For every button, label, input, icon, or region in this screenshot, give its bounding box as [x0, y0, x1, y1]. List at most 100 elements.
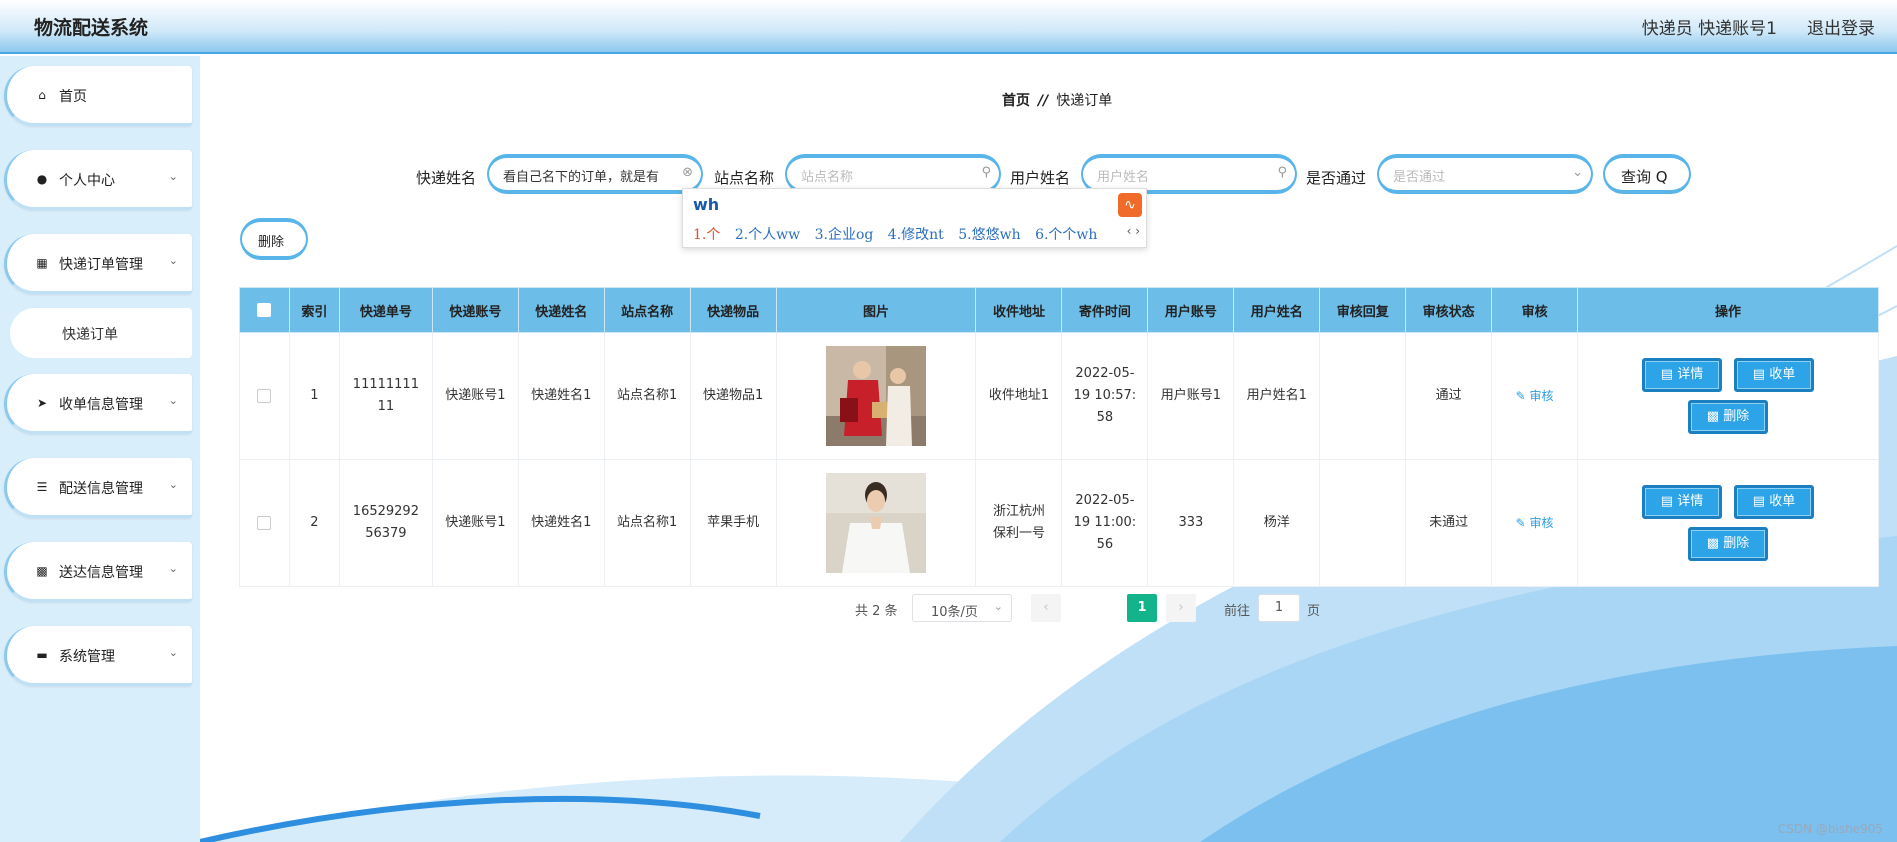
time-cell: 2022-05-19 10:57:58 — [1061, 332, 1149, 460]
ime-candidate[interactable]: 5.悠悠wh — [958, 227, 1020, 243]
receive-button[interactable]: ▤ 收单 — [1734, 485, 1815, 519]
column-header: 审核状态 — [1405, 287, 1493, 333]
sidebar-item-label: 快递订单管理 — [59, 257, 143, 273]
logout-link[interactable]: 退出登录 — [1807, 14, 1875, 39]
column-header: 收件地址 — [975, 287, 1063, 333]
sidebar-item-label: 收单信息管理 — [59, 397, 143, 413]
table-row: 2 1652929256379 快递账号1 快递姓名1 站点名称1 苹果手机 浙… — [239, 459, 1879, 587]
row-checkbox[interactable] — [257, 515, 272, 530]
receive-button-label: 收单 — [1769, 367, 1796, 382]
chevron-down-icon: ⌄ — [168, 170, 178, 183]
row-select-cell[interactable] — [239, 332, 290, 460]
index-cell: 1 — [288, 332, 340, 460]
action-row: ▤ 详情 ▤ 收单 — [1578, 481, 1878, 523]
ime-logo-icon: ∿ — [1118, 193, 1142, 217]
main-content: 首页 // 快递订单 快递姓名 看自己名下的订单，就是有 ⊗ 站点名称 站点名称 ⚲… — [200, 56, 1897, 842]
actions-cell: ▤ 详情 ▤ 收单 ▩ 删除 — [1577, 459, 1879, 587]
receive-button[interactable]: ▤ 收单 — [1734, 358, 1815, 392]
page-size-value: 10条/页 — [931, 605, 978, 620]
audit-link[interactable]: ✎ 审核 — [1516, 389, 1554, 403]
actions-cell: ▤ 详情 ▤ 收单 ▩ 删除 — [1577, 332, 1879, 460]
detail-button[interactable]: ▤ 详情 — [1642, 485, 1723, 519]
station-cell: 站点名称1 — [603, 459, 691, 587]
select-all-header[interactable] — [239, 287, 290, 333]
top-bar: 物流配送系统 快递员 快递账号1 退出登录 — [0, 0, 1897, 54]
page-size-select[interactable]: 10条/页 ⌄ — [912, 594, 1012, 622]
document-icon: ▤ — [1752, 494, 1770, 509]
chat-icon: ▬ — [36, 648, 48, 662]
audit-link[interactable]: ✎ 审核 — [1516, 516, 1554, 530]
query-button[interactable]: 查询 Q — [1603, 154, 1691, 194]
prev-page-button[interactable]: ‹ — [1031, 594, 1061, 622]
column-header: 站点名称 — [603, 287, 691, 333]
sidebar-item-orders[interactable]: 快递订单 — [10, 308, 192, 358]
ime-candidate[interactable]: 2.个人ww — [735, 227, 800, 243]
sidebar-item-label: 个人中心 — [59, 173, 115, 189]
breadcrumb-home[interactable]: 首页 — [1002, 93, 1030, 109]
column-header: 图片 — [775, 287, 977, 333]
name-cell: 快递姓名1 — [517, 459, 605, 587]
grid-icon: ▦ — [36, 256, 48, 270]
sidebar-item-order-management[interactable]: ▦ 快递订单管理 ⌄ — [4, 234, 192, 294]
ime-typed-text: wh — [693, 195, 720, 214]
clear-icon[interactable]: ⊗ — [682, 165, 693, 180]
sidebar-item-label: 系统管理 — [59, 649, 115, 665]
breadcrumb: 首页 // 快递订单 — [1002, 90, 1112, 110]
trash-icon: ▩ — [1706, 536, 1724, 551]
column-header: 快递姓名 — [517, 287, 605, 333]
watermark: CSDN @bishe905 — [1777, 822, 1883, 836]
action-row: ▤ 详情 ▤ 收单 — [1578, 354, 1878, 396]
time-cell: 2022-05-19 11:00:56 — [1061, 459, 1149, 587]
ime-page-arrows[interactable]: ‹ › — [1127, 224, 1140, 238]
passed-select[interactable]: 是否通过 ⌄ — [1377, 154, 1593, 194]
time-text: 2022-05-19 11:00:56 — [1073, 493, 1137, 552]
goto-page-input[interactable]: 1 — [1258, 594, 1300, 622]
user-account-cell: 用户账号1 — [1147, 332, 1235, 460]
document-icon: ▤ — [1660, 367, 1678, 382]
order-no-text: 1652929256379 — [352, 504, 419, 541]
ime-candidate[interactable]: 6.个个wh — [1035, 227, 1097, 243]
send-icon: ➤ — [36, 396, 48, 410]
column-header: 用户账号 — [1147, 287, 1235, 333]
order-image-portrait — [826, 473, 927, 573]
column-header: 快递物品 — [689, 287, 777, 333]
row-checkbox[interactable] — [257, 388, 272, 403]
user-icon: ● — [36, 172, 48, 186]
next-page-button[interactable]: › — [1166, 594, 1196, 622]
image-cell — [775, 332, 977, 460]
sidebar-item-receipt-management[interactable]: ➤ 收单信息管理 ⌄ — [4, 374, 192, 434]
order-no-cell: 1652929256379 — [338, 459, 433, 587]
time-text: 2022-05-19 10:57:58 — [1073, 366, 1137, 425]
sidebar-item-profile[interactable]: ● 个人中心 ⌄ — [4, 150, 192, 210]
index-cell: 2 — [288, 459, 340, 587]
sidebar-item-home[interactable]: ⌂ 首页 — [4, 66, 192, 126]
order-no-text: 1111111111 — [352, 377, 419, 414]
ime-candidate[interactable]: 4.修改nt — [888, 227, 944, 243]
batch-delete-button[interactable]: 删除 — [240, 218, 308, 260]
account-cell: 快递账号1 — [431, 459, 519, 587]
audit-cell: ✎ 审核 — [1491, 332, 1579, 460]
ime-candidate[interactable]: 1.个 — [693, 227, 720, 243]
select-all-checkbox[interactable] — [257, 303, 272, 317]
page-number-current[interactable]: 1 — [1127, 594, 1157, 622]
sidebar-item-arrival-management[interactable]: ▩ 送达信息管理 ⌄ — [4, 542, 192, 602]
sidebar-item-system-management[interactable]: ▬ 系统管理 ⌄ — [4, 626, 192, 686]
order-image-delivery — [826, 346, 927, 446]
sidebar-item-delivery-management[interactable]: ☰ 配送信息管理 ⌄ — [4, 458, 192, 518]
passed-label: 是否通过 — [1306, 169, 1367, 187]
row-select-cell[interactable] — [239, 459, 290, 587]
chevron-down-icon: ⌄ — [1572, 165, 1583, 180]
receive-button-label: 收单 — [1769, 494, 1796, 509]
column-header: 快递账号 — [431, 287, 519, 333]
delete-button[interactable]: ▩ 删除 — [1688, 527, 1769, 561]
courier-name-input[interactable]: 看自己名下的订单，就是有 ⊗ — [487, 154, 703, 194]
delete-button[interactable]: ▩ 删除 — [1688, 400, 1769, 434]
user-account-cell: 333 — [1147, 459, 1235, 587]
detail-button[interactable]: ▤ 详情 — [1642, 358, 1723, 392]
user-info: 快递员 快递账号1 — [1641, 19, 1777, 39]
delete-button-label: 删除 — [1723, 536, 1750, 551]
user-name-cell: 杨洋 — [1233, 459, 1321, 587]
ime-candidate[interactable]: 3.企业og — [815, 227, 874, 243]
ime-candidate-popup: wh ∿ 1.个 2.个人ww 3.企业og 4.修改nt 5.悠悠wh 6.个… — [682, 188, 1147, 248]
document-icon: ▤ — [1752, 367, 1770, 382]
